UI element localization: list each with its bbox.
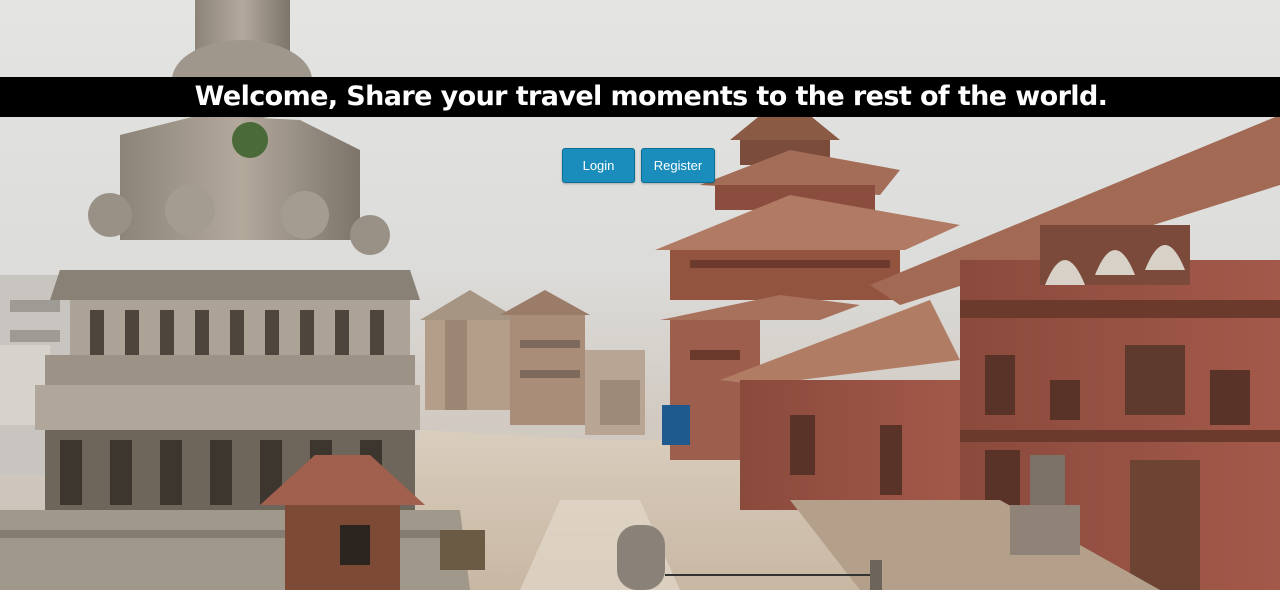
register-button[interactable]: Register [641,148,715,183]
auth-actions: Login Register [562,148,715,183]
hero-section: Welcome, Share your travel moments to th… [0,0,1280,590]
welcome-banner: Welcome, Share your travel moments to th… [0,77,1280,117]
login-button[interactable]: Login [562,148,635,183]
welcome-headline: Welcome, Share your travel moments to th… [194,81,1108,112]
